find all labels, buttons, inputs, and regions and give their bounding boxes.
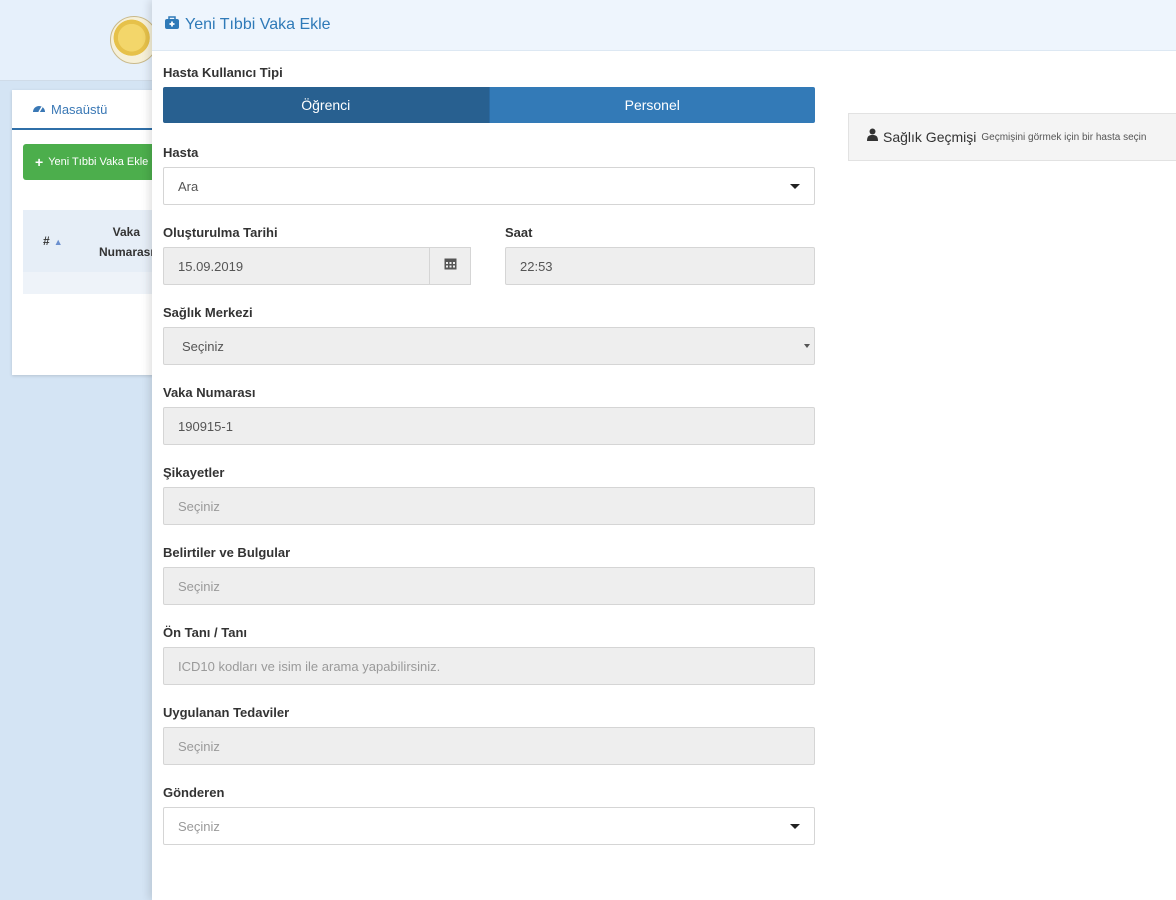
chevron-down-icon bbox=[790, 823, 800, 829]
logo bbox=[110, 16, 158, 64]
created-date-label: Oluşturulma Tarihi bbox=[163, 225, 278, 240]
chevron-down-icon bbox=[804, 344, 810, 348]
treatments-label: Uygulanan Tedaviler bbox=[163, 705, 290, 720]
treatments-input[interactable]: Seçiniz bbox=[163, 727, 815, 765]
complaints-input[interactable]: Seçiniz bbox=[163, 487, 815, 525]
case-form: Hasta Kullanıcı Tipi Öğrenci Personel Ha… bbox=[163, 65, 815, 858]
tab-masaustu[interactable]: Masaüstü bbox=[12, 90, 162, 130]
complaints-label: Şikayetler bbox=[163, 465, 225, 480]
user-type-group: Hasta Kullanıcı Tipi Öğrenci Personel bbox=[163, 65, 815, 123]
sender-group: Gönderen Seçiniz bbox=[163, 785, 815, 845]
diagnosis-label: Ön Tanı / Tanı bbox=[163, 625, 248, 640]
complaints-group: Şikayetler Seçiniz bbox=[163, 465, 815, 525]
date-time-row: Oluşturulma Tarihi 15.09.2019 Saat 22:53 bbox=[163, 225, 815, 285]
patient-select-value: Ara bbox=[178, 178, 199, 194]
new-case-modal: Yeni Tıbbi Vaka Ekle Hasta Kullanıcı Tip… bbox=[152, 0, 1176, 900]
chevron-down-icon bbox=[790, 183, 800, 189]
case-number-label: Vaka Numarası bbox=[163, 385, 256, 400]
diagnosis-input[interactable]: ICD10 kodları ve isim ile arama yapabili… bbox=[163, 647, 815, 685]
user-type-label: Hasta Kullanıcı Tipi bbox=[163, 65, 283, 80]
table-header: # ▲ Vaka Numarası bbox=[23, 210, 173, 272]
created-date-group: Oluşturulma Tarihi 15.09.2019 bbox=[163, 225, 471, 285]
user-icon bbox=[867, 128, 878, 146]
health-history-title: Sağlık Geçmişi bbox=[883, 129, 977, 145]
health-history-hint: Geçmişini görmek için bir hasta seçin bbox=[981, 131, 1147, 143]
health-center-group: Sağlık Merkezi Seçiniz bbox=[163, 305, 815, 365]
patient-select[interactable]: Ara bbox=[163, 167, 815, 205]
case-number-input[interactable]: 190915-1 bbox=[163, 407, 815, 445]
patient-label: Hasta bbox=[163, 145, 199, 160]
time-input[interactable]: 22:53 bbox=[505, 247, 815, 285]
diagnosis-group: Ön Tanı / Tanı ICD10 kodları ve isim ile… bbox=[163, 625, 815, 685]
dashboard-icon bbox=[32, 102, 46, 117]
sender-select-value: Seçiniz bbox=[178, 818, 220, 834]
health-center-select[interactable]: Seçiniz bbox=[163, 327, 815, 365]
calendar-icon bbox=[444, 257, 457, 275]
health-history-panel: Sağlık Geçmişi Geçmişini görmek için bir… bbox=[848, 113, 1176, 161]
created-date-input[interactable]: 15.09.2019 bbox=[163, 247, 429, 285]
symptoms-input[interactable]: Seçiniz bbox=[163, 567, 815, 605]
table-row bbox=[23, 272, 173, 294]
add-case-label: Yeni Tıbbi Vaka Ekle bbox=[48, 156, 149, 168]
health-center-label: Sağlık Merkezi bbox=[163, 305, 253, 320]
sort-asc-icon: ▲ bbox=[53, 237, 63, 247]
column-header-hash[interactable]: # ▲ bbox=[43, 234, 63, 248]
modal-header: Yeni Tıbbi Vaka Ekle bbox=[152, 0, 1176, 51]
medkit-icon bbox=[164, 15, 180, 35]
user-type-toggle: Öğrenci Personel bbox=[163, 87, 815, 123]
modal-title: Yeni Tıbbi Vaka Ekle bbox=[185, 16, 331, 33]
tab-masaustu-label: Masaüstü bbox=[51, 101, 108, 117]
health-center-value: Seçiniz bbox=[182, 338, 224, 354]
sender-select[interactable]: Seçiniz bbox=[163, 807, 815, 845]
user-type-ogrenci-button[interactable]: Öğrenci bbox=[163, 87, 489, 123]
case-number-group: Vaka Numarası 190915-1 bbox=[163, 385, 815, 445]
calendar-button[interactable] bbox=[429, 247, 471, 285]
time-group: Saat 22:53 bbox=[505, 225, 815, 285]
symptoms-group: Belirtiler ve Bulgular Seçiniz bbox=[163, 545, 815, 605]
symptoms-label: Belirtiler ve Bulgular bbox=[163, 545, 291, 560]
patient-group: Hasta Ara bbox=[163, 145, 815, 205]
treatments-group: Uygulanan Tedaviler Seçiniz bbox=[163, 705, 815, 765]
user-type-personel-button[interactable]: Personel bbox=[488, 87, 815, 123]
add-case-button[interactable]: + Yeni Tıbbi Vaka Ekle bbox=[23, 144, 173, 180]
sender-label: Gönderen bbox=[163, 785, 225, 800]
plus-icon: + bbox=[35, 154, 44, 170]
dashboard-panel: Masaüstü + Yeni Tıbbi Vaka Ekle # ▲ Vaka … bbox=[12, 90, 173, 375]
column-header-vaka[interactable]: Vaka Numarası bbox=[99, 222, 154, 262]
time-label: Saat bbox=[505, 225, 533, 240]
